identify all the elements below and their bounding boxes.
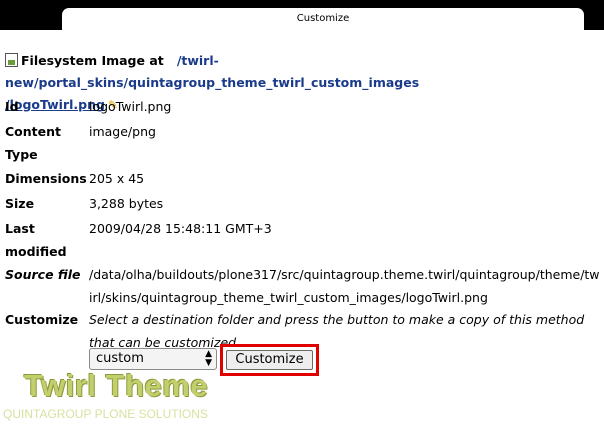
field-label: Id: [5, 99, 19, 114]
logo-tagline: QUINTAGROUP PLONE SOLUTIONS: [3, 407, 208, 421]
breadcrumb-link-custom-images[interactable]: /quintagroup_theme_twirl_custom_images: [124, 75, 420, 90]
customize-button[interactable]: Customize: [226, 350, 313, 370]
field-value: 2009/04/28 15:48:11 GMT+3: [89, 221, 272, 236]
image-file-icon: [5, 53, 18, 67]
folder-select[interactable]: custom ▲ ▼: [89, 348, 217, 370]
breadcrumb-link-portal-skins[interactable]: /portal_skins: [34, 75, 124, 90]
twirl-theme-logo: Twirl Theme: [24, 368, 209, 403]
field-label: Dimensions: [5, 171, 87, 186]
tab-customize[interactable]: Customize: [62, 8, 584, 30]
field-label: Customize: [5, 312, 79, 327]
tab-title: Customize: [296, 13, 350, 24]
field-value: 3,288 bytes: [89, 196, 164, 211]
field-value: 205 x 45: [89, 171, 145, 186]
field-value: logoTwirl.png: [89, 99, 172, 114]
field-value: /data/olha/buildouts/plone317/src/quinta…: [89, 267, 600, 305]
field-label: Content Type: [5, 124, 61, 162]
field-label: Source file: [5, 267, 81, 282]
select-arrows-icon: ▲ ▼: [205, 349, 212, 368]
field-label: Last modified: [5, 221, 67, 259]
breadcrumb-prefix: Filesystem Image at: [21, 53, 164, 68]
field-value: image/png: [89, 124, 156, 139]
field-label: Size: [5, 196, 35, 211]
customize-button-highlight: Customize: [220, 344, 319, 376]
folder-select-value: custom: [96, 351, 144, 366]
top-bar: Customize: [0, 0, 604, 30]
